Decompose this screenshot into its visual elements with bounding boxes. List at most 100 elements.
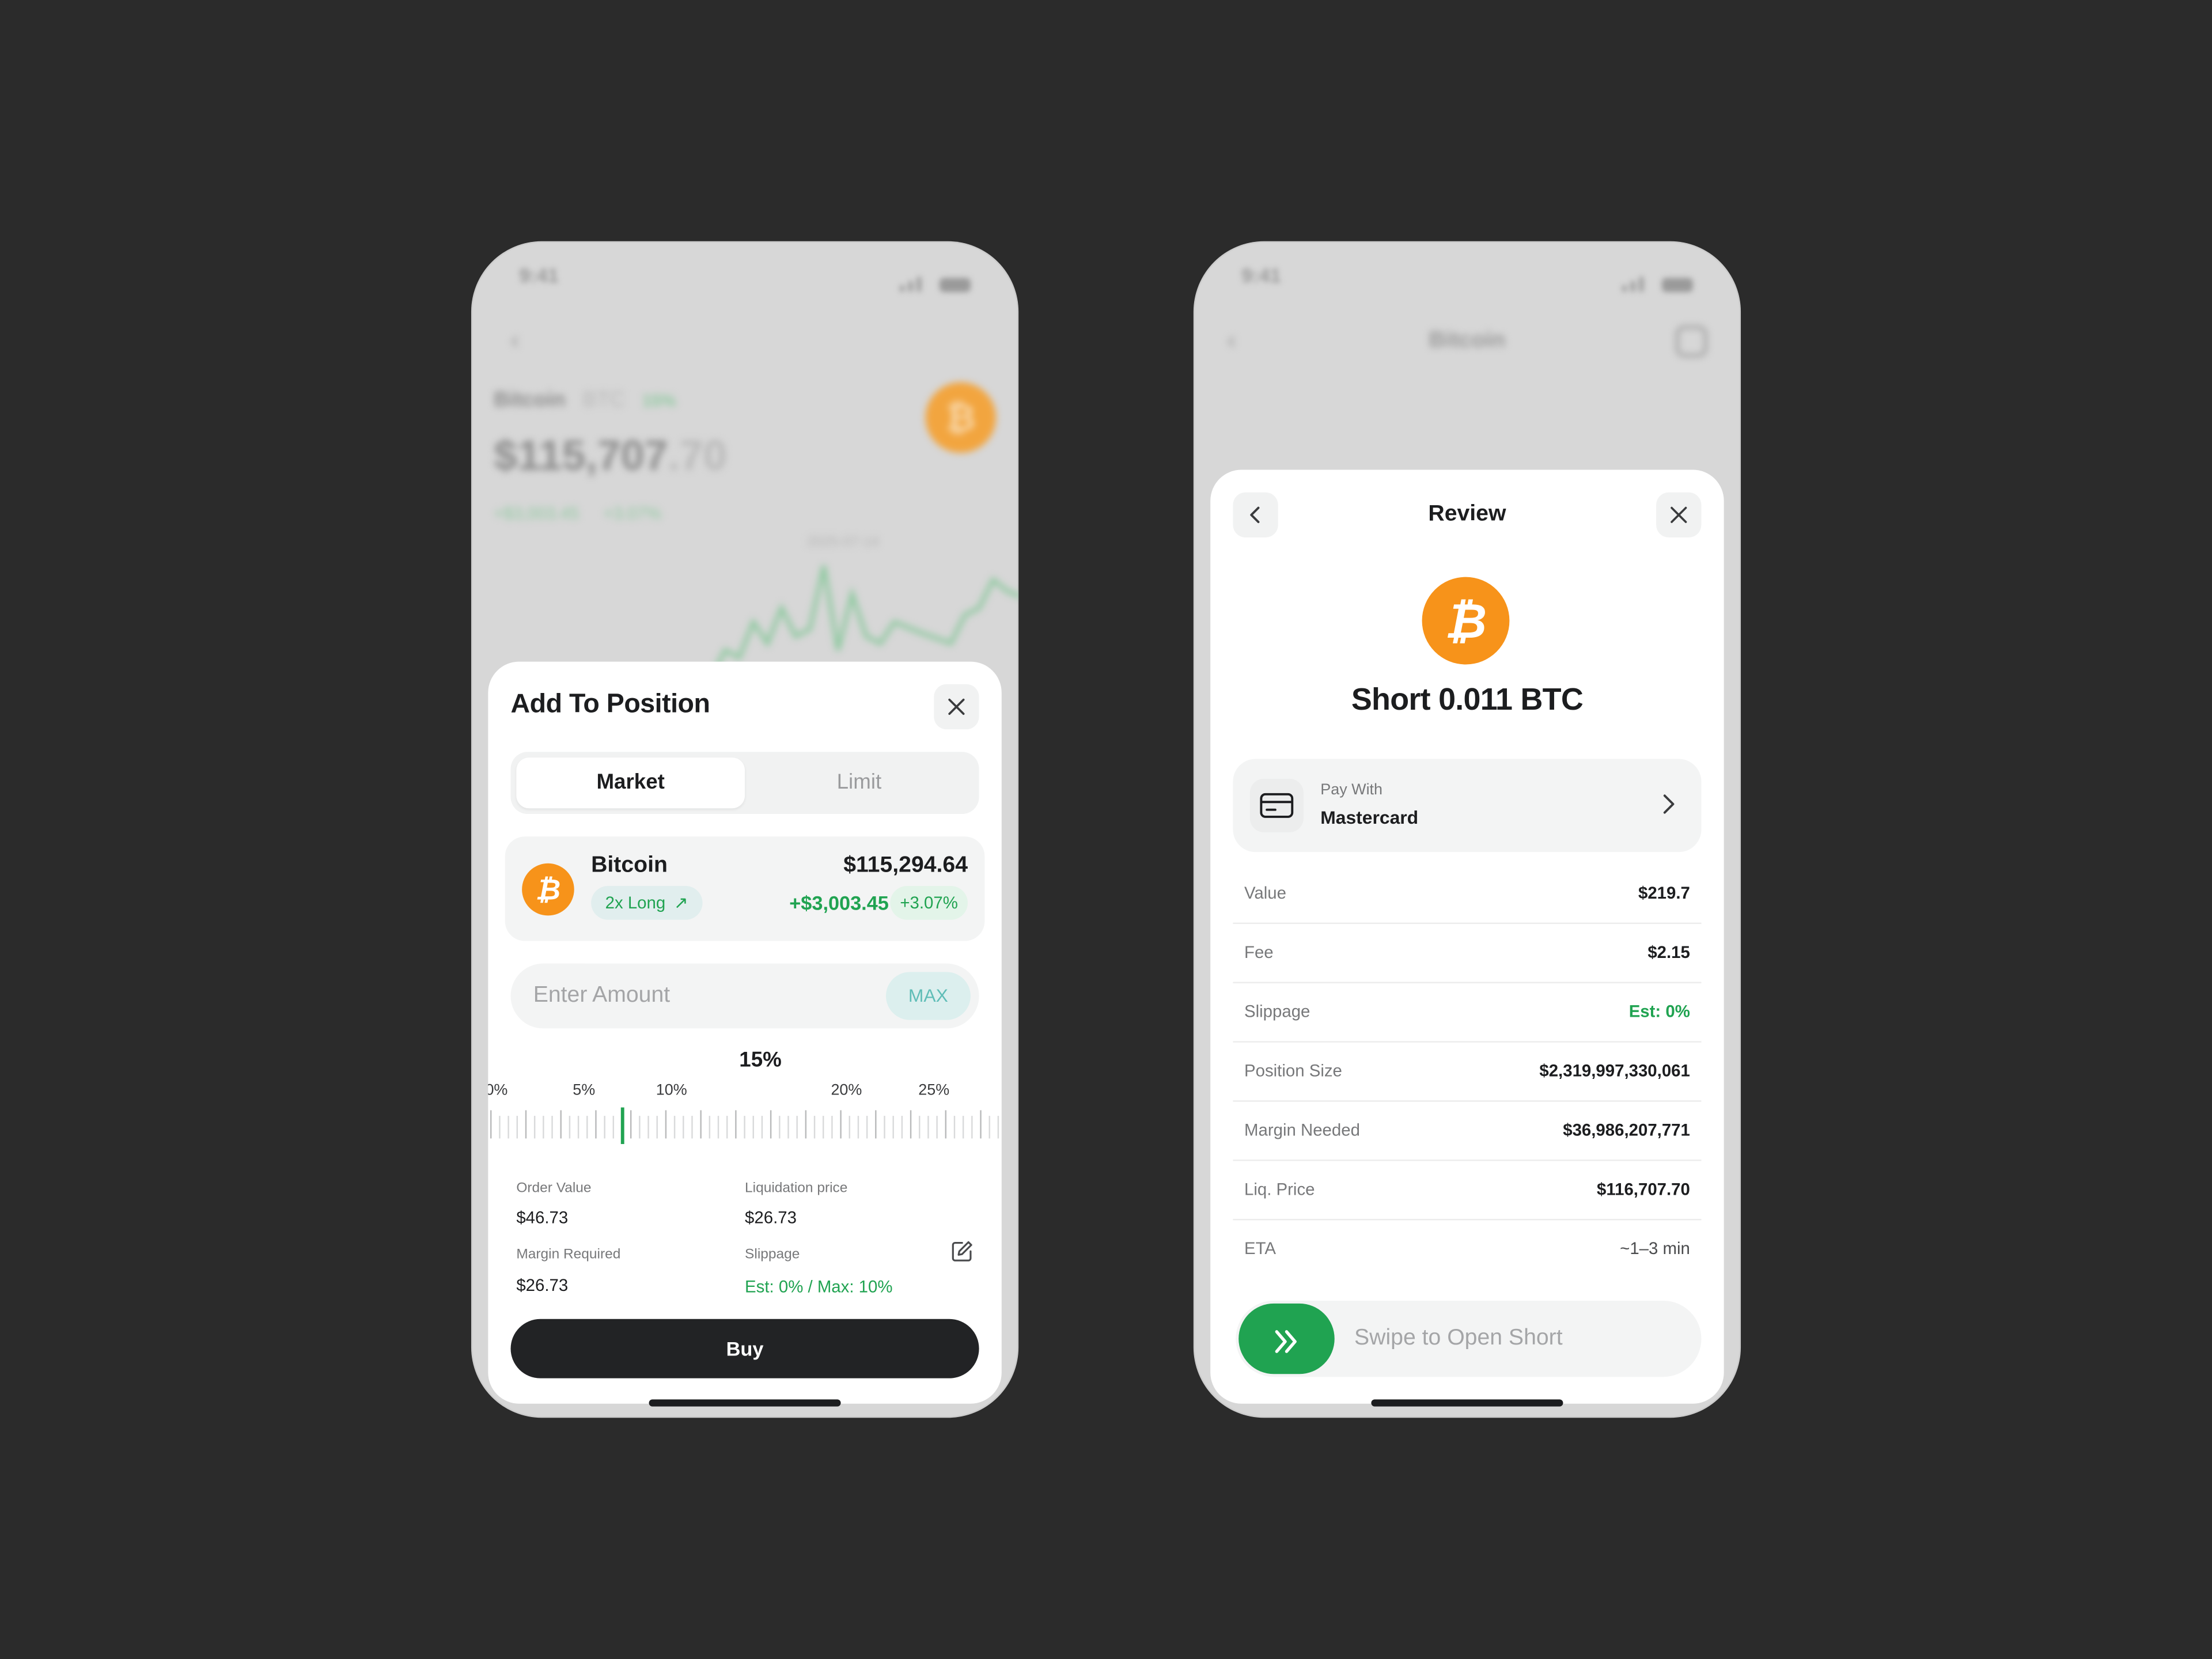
background-asset-view: ‹ Bitcoin BTC 15% $115,707.70 +$3,003.45… bbox=[471, 241, 1019, 693]
percentage-slider[interactable] bbox=[488, 1107, 1001, 1145]
status-icons bbox=[1622, 267, 1710, 292]
double-chevron-right-icon bbox=[1275, 1330, 1297, 1353]
review-sheet: Review ₿ Short 0.011 BTC Pay With Master… bbox=[1210, 469, 1724, 1404]
slider-value: 15% bbox=[488, 1048, 1001, 1077]
chevron-right-icon bbox=[1663, 794, 1675, 814]
summary-value: ~1–3 min bbox=[1620, 1238, 1690, 1259]
close-icon bbox=[948, 698, 965, 715]
bitcoin-icon: ₿ bbox=[1422, 577, 1510, 665]
phone-review: 9:41 ‹ Bitcoin Review ₿ Short 0.011 BTC bbox=[1193, 241, 1741, 1418]
close-icon bbox=[1671, 506, 1687, 523]
asset-change: +$3,003.45 bbox=[789, 891, 889, 914]
summary-value: $36,986,207,771 bbox=[1563, 1120, 1690, 1140]
summary-row: Liq. Price $116,707.70 bbox=[1233, 1161, 1702, 1221]
summary-label: Fee bbox=[1244, 942, 1274, 963]
bg-gain: +$3,003.45 +3.07% bbox=[494, 503, 661, 523]
max-button[interactable]: MAX bbox=[885, 972, 971, 1020]
order-headline: Short 0.011 BTC bbox=[1351, 681, 1584, 717]
close-button[interactable] bbox=[934, 684, 979, 730]
arrow-up-right-icon: ↗ bbox=[673, 893, 688, 913]
liquidation-label: Liquidation price bbox=[745, 1180, 848, 1196]
add-to-position-sheet: Add To Position Market Limit ₿ Bitcoin 2… bbox=[488, 661, 1002, 1404]
edit-icon[interactable] bbox=[951, 1240, 974, 1263]
slider-tick-label: 25% bbox=[918, 1082, 950, 1099]
summary-row: ETA ~1–3 min bbox=[1233, 1220, 1701, 1278]
svg-text:₿: ₿ bbox=[536, 873, 561, 907]
asset-card[interactable]: ₿ Bitcoin 2x Long ↗ $115,294.64 +$3,003.4… bbox=[505, 836, 985, 941]
bg-asset-name: Bitcoin bbox=[494, 388, 566, 412]
back-icon: ‹ bbox=[510, 325, 520, 354]
status-bar: 9:41 bbox=[1194, 261, 1741, 292]
bitcoin-icon: ₿ bbox=[522, 863, 574, 916]
sheet-title: Add To Position bbox=[510, 690, 710, 719]
status-time: 9:41 bbox=[1241, 263, 1281, 287]
swipe-handle[interactable] bbox=[1238, 1303, 1335, 1374]
amount-placeholder: Enter Amount bbox=[533, 983, 671, 1007]
phone-add-to-position: 9:41 ‹ Bitcoin BTC 15% $115,707.70 +$3,0… bbox=[471, 241, 1019, 1418]
bg-price: $115,707.70 bbox=[494, 433, 727, 481]
canvas: 9:41 ‹ Bitcoin BTC 15% $115,707.70 +$3,0… bbox=[0, 0, 2212, 1659]
summary-label: ETA bbox=[1244, 1238, 1276, 1259]
sheet-title: Review bbox=[1428, 502, 1506, 527]
bg-header-title: Bitcoin bbox=[1429, 328, 1506, 353]
swipe-to-open-short[interactable]: Swipe to Open Short bbox=[1236, 1300, 1702, 1377]
leverage-label: 2x Long bbox=[605, 893, 666, 913]
pay-with-label: Pay With bbox=[1320, 781, 1383, 799]
summary-value: $2,319,997,330,061 bbox=[1539, 1060, 1690, 1081]
tab-limit[interactable]: Limit bbox=[745, 757, 974, 808]
asset-price: $115,294.64 bbox=[843, 853, 968, 878]
bg-price-decimals: .70 bbox=[668, 433, 727, 480]
liquidation-value: $26.73 bbox=[745, 1207, 797, 1228]
home-indicator bbox=[1371, 1399, 1563, 1407]
order-summary: Value $219.7 Fee $2.15 Slippage Est: 0% Pos… bbox=[1233, 865, 1702, 1278]
summary-row: Position Size $2,319,997,330,061 bbox=[1233, 1043, 1702, 1102]
order-value: $46.73 bbox=[516, 1207, 569, 1228]
close-button[interactable] bbox=[1656, 492, 1702, 538]
background-header: ‹ Bitcoin bbox=[1194, 320, 1741, 362]
bg-price-main: $115,707 bbox=[494, 433, 668, 480]
summary-label: Position Size bbox=[1244, 1060, 1342, 1081]
order-value-label: Order Value bbox=[516, 1180, 592, 1196]
svg-text:₿: ₿ bbox=[1445, 593, 1487, 649]
order-type-tabs: Market Limit bbox=[510, 752, 979, 815]
swipe-label: Swipe to Open Short bbox=[1354, 1326, 1563, 1350]
summary-row: Margin Needed $36,986,207,771 bbox=[1233, 1102, 1702, 1161]
home-indicator bbox=[649, 1399, 841, 1407]
bg-gain-value: +$3,003.45 bbox=[494, 503, 579, 524]
slider-current-label: 15% bbox=[739, 1048, 782, 1073]
slider-tick-label: 0% bbox=[488, 1082, 508, 1099]
summary-label: Margin Needed bbox=[1244, 1120, 1360, 1140]
slider-tick-label: 5% bbox=[573, 1082, 596, 1099]
summary-label: Slippage bbox=[1244, 1001, 1310, 1022]
slider-tick-label: 20% bbox=[831, 1082, 862, 1099]
bg-asset-symbol: BTC bbox=[582, 388, 625, 412]
slippage-label: Slippage bbox=[745, 1247, 800, 1263]
buy-button[interactable]: Buy bbox=[510, 1319, 979, 1378]
slippage-value: Est: 0% / Max: 10% bbox=[745, 1277, 893, 1297]
bg-bitcoin-icon: ₿ bbox=[925, 382, 996, 453]
pay-with-value: Mastercard bbox=[1320, 806, 1419, 828]
summary-row: Slippage Est: 0% bbox=[1233, 983, 1702, 1043]
summary-value: $2.15 bbox=[1647, 942, 1690, 963]
margin-label: Margin Required bbox=[516, 1247, 621, 1263]
asset-name: Bitcoin bbox=[591, 853, 668, 878]
pay-with-selector[interactable]: Pay With Mastercard bbox=[1233, 759, 1702, 853]
tab-market[interactable]: Market bbox=[516, 757, 745, 809]
summary-value: Est: 0% bbox=[1628, 1001, 1690, 1022]
bg-gain-pct: +3.07% bbox=[603, 503, 662, 524]
slider-tick-label: 10% bbox=[656, 1082, 687, 1099]
margin-value: $26.73 bbox=[516, 1275, 569, 1296]
leverage-badge: 2x Long ↗ bbox=[591, 885, 703, 920]
bg-asset-title: Bitcoin BTC 15% bbox=[494, 388, 676, 412]
asset-change-pct: +3.07% bbox=[890, 885, 968, 920]
summary-row: Value $219.7 bbox=[1233, 865, 1702, 925]
share-icon bbox=[1676, 325, 1707, 357]
bg-asset-change: 15% bbox=[642, 391, 676, 411]
summary-row: Fee $2.15 bbox=[1233, 924, 1702, 983]
credit-card-icon bbox=[1249, 778, 1304, 832]
summary-value: $219.7 bbox=[1638, 883, 1690, 903]
summary-value: $116,707.70 bbox=[1597, 1179, 1690, 1199]
summary-label: Liq. Price bbox=[1244, 1179, 1315, 1199]
summary-label: Value bbox=[1244, 883, 1287, 903]
amount-input[interactable]: Enter Amount MAX bbox=[510, 963, 979, 1029]
